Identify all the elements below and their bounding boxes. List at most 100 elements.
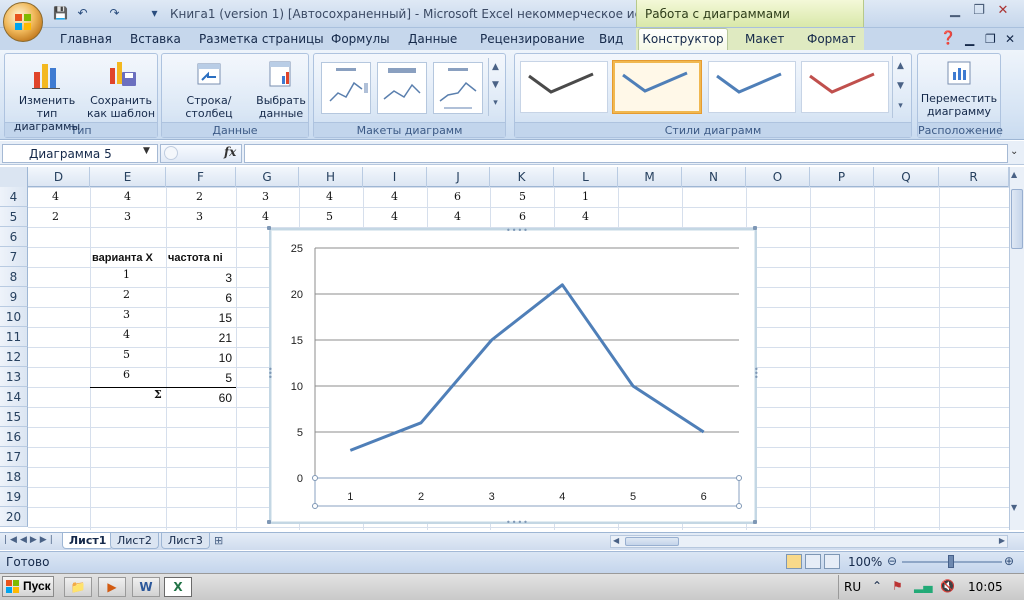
sheet-tab-1[interactable]: Лист1 (62, 533, 114, 549)
cell-l5[interactable]: 4 (582, 207, 589, 227)
qat-customize-icon[interactable]: ▾ (146, 5, 163, 22)
zoom-in-icon[interactable]: ⊕ (1004, 554, 1014, 568)
column-header-j[interactable]: J (427, 167, 490, 187)
row-header-7[interactable]: 7 (0, 247, 28, 267)
ribbon-minimize-icon[interactable]: ▁ (965, 28, 974, 50)
cell-n-6[interactable]: 5 (166, 368, 232, 388)
tab-design[interactable]: Конструктор (638, 28, 728, 51)
scroll-left-icon[interactable]: ◀ (613, 536, 619, 545)
save-icon[interactable]: 💾 (52, 5, 69, 22)
chart-layout-1[interactable] (321, 62, 371, 114)
row-header-9[interactable]: 9 (0, 287, 28, 307)
zoom-slider-thumb[interactable] (948, 555, 954, 568)
tab-format[interactable]: Формат (807, 28, 856, 50)
save-as-template-button[interactable]: Сохранить как шаблон (86, 56, 156, 121)
sheet-navigation-icons[interactable]: |◀◀▶▶| (4, 535, 56, 545)
minimize-icon[interactable]: ▁ (944, 2, 966, 20)
cell-x-2[interactable]: 2 (123, 285, 130, 305)
cell-e4[interactable]: 4 (124, 187, 131, 207)
cell-x-6[interactable]: 6 (123, 365, 130, 385)
column-header-g[interactable]: G (236, 167, 299, 187)
scroll-up-icon[interactable]: ▲ (1011, 170, 1017, 179)
cell-n-4[interactable]: 21 (166, 328, 232, 348)
tab-view[interactable]: Вид (599, 28, 623, 50)
chart-resize-handle[interactable] (267, 226, 271, 230)
row-header-15[interactable]: 15 (0, 407, 28, 427)
cell-l4[interactable]: 1 (582, 187, 589, 207)
row-header-13[interactable]: 13 (0, 367, 28, 387)
cell-d4[interactable]: 4 (52, 187, 59, 207)
cell-x-5[interactable]: 5 (123, 345, 130, 365)
row-header-14[interactable]: 14 (0, 387, 28, 407)
cell-d5[interactable]: 2 (52, 207, 59, 227)
restore-icon[interactable]: ❐ (968, 2, 990, 20)
cell-g5[interactable]: 4 (262, 207, 269, 227)
cell-k4[interactable]: 5 (519, 187, 526, 207)
column-header-l[interactable]: L (554, 167, 618, 187)
tab-review[interactable]: Рецензирование (480, 28, 585, 50)
cell-x-4[interactable]: 4 (123, 325, 130, 345)
cell-n-5[interactable]: 10 (166, 348, 232, 368)
cell-sigma[interactable]: Σ (154, 385, 162, 405)
tab-insert[interactable]: Вставка (130, 28, 181, 50)
chart-style-2-selected[interactable] (613, 61, 701, 113)
page-layout-view-icon[interactable] (805, 554, 821, 569)
select-data-button[interactable]: Выбрать данные (254, 56, 308, 121)
chart-resize-handle[interactable] (753, 226, 757, 230)
cell-h4[interactable]: 4 (326, 187, 333, 207)
language-indicator[interactable]: RU (844, 580, 861, 594)
row-header-10[interactable]: 10 (0, 307, 28, 327)
cell-g4[interactable]: 3 (262, 187, 269, 207)
column-header-o[interactable]: O (746, 167, 810, 187)
cell-n-3[interactable]: 15 (166, 308, 232, 328)
cell-x-1[interactable]: 1 (123, 265, 130, 285)
redo-icon[interactable]: ↷ (106, 5, 123, 22)
switch-row-column-button[interactable]: Строка/столбец (164, 56, 254, 121)
tray-network-icon[interactable]: ▂▄ (914, 579, 932, 593)
vertical-scrollbar[interactable]: ▲ ▼ (1009, 167, 1024, 530)
zoom-level[interactable]: 100% (848, 555, 882, 569)
row-header-18[interactable]: 18 (0, 467, 28, 487)
insert-function-icon[interactable]: fx (224, 145, 236, 159)
tray-expand-icon[interactable]: ⌃ (872, 579, 882, 593)
horizontal-scrollbar[interactable]: ◀ ▶ (610, 535, 1008, 548)
page-break-view-icon[interactable] (824, 554, 840, 569)
cell-x-3[interactable]: 3 (123, 305, 130, 325)
chart-resize-handle-right[interactable]: • • • (754, 366, 759, 382)
scroll-right-icon[interactable]: ▶ (999, 536, 1005, 545)
header-frequency-n[interactable]: частота ni (168, 248, 223, 268)
explorer-taskbar-icon[interactable]: 📁 (64, 577, 92, 597)
column-header-f[interactable]: F (166, 167, 236, 187)
row-header-19[interactable]: 19 (0, 487, 28, 507)
column-header-m[interactable]: M (618, 167, 682, 187)
row-header-11[interactable]: 11 (0, 327, 28, 347)
cell-n-1[interactable]: 3 (166, 268, 232, 288)
name-box[interactable]: Диаграмма 5 (2, 144, 158, 163)
cell-i5[interactable]: 4 (391, 207, 398, 227)
cell-k5[interactable]: 6 (519, 207, 526, 227)
expand-formula-bar-icon[interactable]: ⌄ (1010, 146, 1018, 157)
select-all-corner[interactable] (0, 167, 28, 187)
zoom-out-icon[interactable]: ⊖ (887, 554, 897, 568)
workbook-close-icon[interactable]: ✕ (1005, 28, 1015, 50)
chart-layout-2[interactable] (377, 62, 427, 114)
name-box-dropdown-icon[interactable]: ▼ (143, 146, 150, 156)
help-icon[interactable]: ❓ (940, 28, 956, 50)
media-player-taskbar-icon[interactable]: ▶ (98, 577, 126, 597)
row-header-17[interactable]: 17 (0, 447, 28, 467)
styles-scroll-buttons[interactable]: ▲ ▼ ▾ (892, 56, 908, 118)
column-header-n[interactable]: N (682, 167, 746, 187)
scroll-thumb[interactable] (1011, 189, 1023, 249)
tray-flag-icon[interactable]: ⚑ (892, 579, 903, 593)
change-chart-type-button[interactable]: Изменить тип диаграммы (8, 56, 86, 133)
tab-formulas[interactable]: Формулы (331, 28, 390, 50)
chart-resize-handle-bottom[interactable]: •••• (506, 518, 529, 527)
close-icon[interactable]: ✕ (992, 2, 1014, 20)
column-header-d[interactable]: D (28, 167, 90, 187)
chart-style-4[interactable] (801, 61, 889, 113)
cell-f4[interactable]: 2 (196, 187, 203, 207)
chart-resize-handle-left[interactable]: • • • (268, 366, 273, 382)
row-header-12[interactable]: 12 (0, 347, 28, 367)
scroll-down-icon[interactable]: ▼ (1011, 503, 1017, 512)
row-header-6[interactable]: 6 (0, 227, 28, 247)
